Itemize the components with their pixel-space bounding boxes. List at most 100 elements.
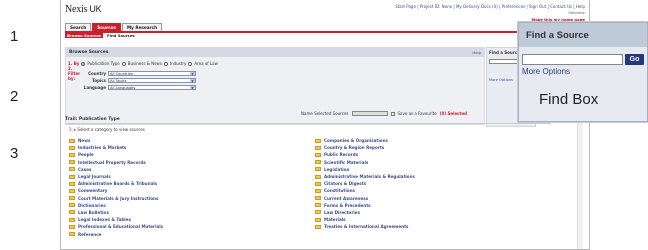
subtab-browse-sources[interactable]: Browse Sources <box>65 33 104 38</box>
folder-icon <box>69 138 75 143</box>
category-item[interactable]: Cases <box>69 166 163 173</box>
category-item[interactable]: Intellectual Property Records <box>69 159 163 166</box>
folder-icon <box>69 224 75 229</box>
category-item[interactable]: Commentary <box>69 187 163 194</box>
radio-publication-type[interactable] <box>81 61 86 66</box>
folder-icon <box>69 160 75 165</box>
subtab-find-sources[interactable]: Find Sources <box>105 33 137 38</box>
category-item[interactable]: Constitutions <box>315 187 415 194</box>
folder-icon <box>69 210 75 215</box>
help-link[interactable]: Help <box>472 50 481 55</box>
folder-icon <box>315 181 321 186</box>
category-item[interactable]: Industries & Markets <box>69 144 163 151</box>
folder-icon <box>315 160 321 165</box>
category-item[interactable]: Law Directories <box>315 209 415 216</box>
category-item[interactable]: News <box>69 137 163 144</box>
category-label: Scientific Materials <box>324 159 369 165</box>
category-item[interactable]: Citators & Digests <box>315 180 415 187</box>
folder-icon <box>69 217 75 222</box>
category-item[interactable]: Legal Journals <box>69 173 163 180</box>
category-label: Citators & Digests <box>324 181 367 187</box>
browse-panel-title: Browse Sources <box>69 50 109 55</box>
category-item[interactable]: Public Records <box>315 151 415 158</box>
category-item[interactable]: Companies & Organisations <box>315 137 415 144</box>
category-item[interactable]: Treaties & International Agreements <box>315 223 415 230</box>
category-label: Materials <box>324 217 346 223</box>
folder-icon <box>69 174 75 179</box>
find-source-small-input[interactable] <box>489 59 519 64</box>
top-links[interactable]: Start Page | Project ID: None | My Deliv… <box>395 4 585 9</box>
tab-search[interactable]: Search <box>65 23 92 31</box>
category-item[interactable]: Scientific Materials <box>315 159 415 166</box>
folder-icon <box>69 203 75 208</box>
filter-by-label: 2. Filter by: <box>68 66 81 81</box>
filter-country-label: Country <box>88 71 106 76</box>
name-selected-input[interactable] <box>351 111 388 116</box>
category-label: Law Directories <box>324 209 361 215</box>
category-label: Cases <box>78 166 92 172</box>
logo-text: Nexis <box>65 4 88 15</box>
topics-select-value: All Topics <box>110 78 127 83</box>
category-item[interactable]: Court Materials & Jury Instructions <box>69 195 163 202</box>
folder-icon <box>315 138 321 143</box>
chevron-down-icon: ▼ <box>190 79 195 83</box>
filter-topics-label: Topics <box>92 78 106 83</box>
radio-label-business-news: Business & News <box>127 61 162 66</box>
category-label: People <box>78 152 94 158</box>
category-label: Industries & Markets <box>78 145 127 151</box>
sub-navigation: Browse Sources Find Sources <box>65 31 525 38</box>
category-item[interactable]: Legal Indexes & Tables <box>69 216 163 223</box>
category-item[interactable]: Country & Region Reports <box>315 144 415 151</box>
category-item[interactable]: Professional & Educational Materials <box>69 223 163 230</box>
category-item[interactable]: Dictionaries <box>69 202 163 209</box>
chevron-down-icon: ▼ <box>190 86 195 90</box>
step-number-2: 2 <box>10 88 19 105</box>
more-options-link[interactable]: More Options <box>519 67 647 76</box>
folder-icon <box>315 145 321 150</box>
nexis-screenshot: Nexis UK Start Page | Project ID: None | … <box>60 0 590 250</box>
logo-region: UK <box>89 4 102 14</box>
category-item[interactable]: People <box>69 151 163 158</box>
folder-icon <box>315 210 321 215</box>
radio-industry[interactable] <box>163 61 168 66</box>
tab-sources[interactable]: Sources <box>92 23 121 31</box>
folder-icon <box>69 181 75 186</box>
category-label: Reference <box>78 231 102 237</box>
category-item[interactable]: Legislation <box>315 166 415 173</box>
category-item[interactable]: Reference <box>69 230 163 237</box>
category-item[interactable]: Law Bulletins <box>69 209 163 216</box>
category-label: Law Bulletins <box>78 209 109 215</box>
selected-count: (0) Selected <box>439 111 468 116</box>
radio-business-news[interactable] <box>121 61 126 66</box>
category-label: Legal Journals <box>78 174 111 180</box>
category-label: Administrative Boards & Tribunals <box>78 181 158 187</box>
category-item[interactable]: Administrative Materials & Regulations <box>315 173 415 180</box>
topics-select[interactable]: All Topics ▼ <box>108 78 196 83</box>
folder-icon <box>315 188 321 193</box>
tab-my-research[interactable]: My Research <box>121 23 163 31</box>
radio-label-area-of-law: Area of Law <box>194 61 218 66</box>
category-item[interactable]: Materials <box>315 216 415 223</box>
save-favourite-checkbox[interactable] <box>390 111 395 116</box>
helpdesk-text: Helpdesk <box>568 11 585 15</box>
category-label: Treaties & International Agreements <box>324 224 409 230</box>
scrollbar[interactable] <box>577 113 583 249</box>
name-selected-sources-bar: Name Selected Sources Save as a Favourit… <box>301 111 467 116</box>
radio-area-of-law[interactable] <box>188 61 193 66</box>
folder-icon <box>69 152 75 157</box>
go-button[interactable]: Go <box>625 54 644 65</box>
find-source-input[interactable] <box>522 54 623 65</box>
category-label: Legal Indexes & Tables <box>78 217 131 223</box>
category-item[interactable]: Forms & Precedents <box>315 202 415 209</box>
category-item[interactable]: Current Awareness <box>315 195 415 202</box>
language-select[interactable]: All Languages ▼ <box>108 85 196 90</box>
main-tabs: Search Sources My Research <box>65 23 163 31</box>
folder-icon <box>315 167 321 172</box>
folder-icon <box>69 145 75 150</box>
nexis-logo[interactable]: Nexis UK <box>65 4 102 15</box>
country-select[interactable]: All Countries ▼ <box>108 71 196 76</box>
country-select-value: All Countries <box>110 71 133 76</box>
category-label: Constitutions <box>324 188 355 194</box>
category-item[interactable]: Administrative Boards & Tribunals <box>69 180 163 187</box>
find-box-caption: Find Box <box>539 91 599 108</box>
